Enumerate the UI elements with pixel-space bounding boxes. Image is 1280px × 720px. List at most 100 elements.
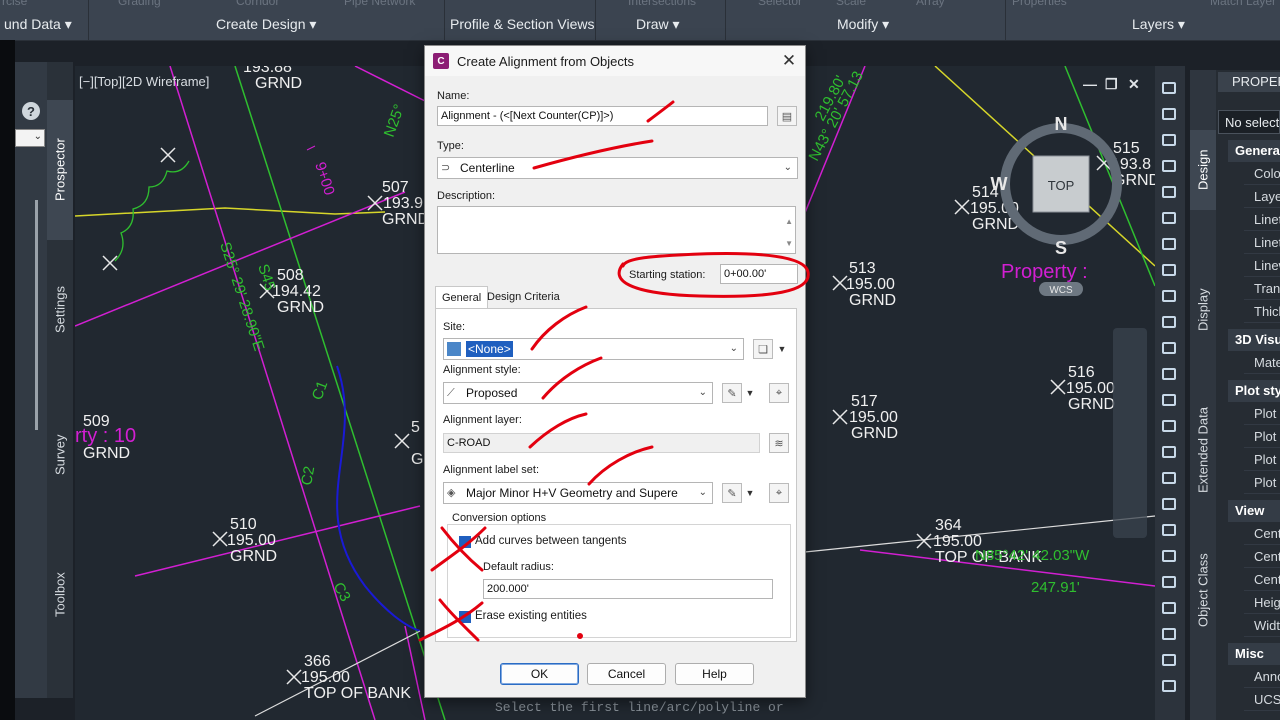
ribbon-faint-label[interactable]: rcise [2, 0, 27, 8]
property-row[interactable]: Color [1244, 163, 1280, 185]
viewport-close-icon[interactable]: ✕ [1128, 76, 1140, 93]
tool-icon[interactable] [1162, 316, 1176, 328]
property-row[interactable]: Transparency [1244, 278, 1280, 300]
toolspace-scrollbar[interactable] [35, 200, 38, 430]
ribbon-panel-profile-section-views[interactable]: Profile & Section Views [450, 16, 594, 32]
tool-icon[interactable] [1162, 576, 1176, 588]
tool-icon[interactable] [1162, 394, 1176, 406]
new-site-icon[interactable]: ❏ [753, 339, 773, 359]
edit-label-set-icon[interactable]: ✎ [722, 483, 742, 503]
chevron-down-icon[interactable]: ▼ [743, 383, 757, 403]
help-button[interactable]: Help [675, 663, 754, 685]
tool-icon[interactable] [1162, 654, 1176, 666]
ribbon-faint-label[interactable]: Corridor [236, 0, 279, 8]
group-general[interactable]: General [1228, 140, 1280, 162]
alignment-style-dropdown[interactable]: ⟋ Proposed ⌄ [443, 382, 713, 404]
property-row[interactable]: UCS icon On [1244, 689, 1280, 711]
tool-icon[interactable] [1162, 368, 1176, 380]
name-field[interactable]: Alignment - (<[Next Counter(CP)]>) [437, 106, 768, 126]
tool-icon[interactable] [1162, 420, 1176, 432]
tab-extended-data[interactable]: Extended Data [1190, 390, 1216, 510]
default-radius-field[interactable]: 200.000' [483, 579, 773, 599]
ribbon-faint-label[interactable]: Intersections [628, 0, 696, 8]
property-row[interactable]: Center X [1244, 523, 1280, 545]
tool-icon[interactable] [1162, 550, 1176, 562]
ribbon-faint-label[interactable]: Match Layer [1210, 0, 1276, 8]
property-row[interactable]: Width [1244, 615, 1280, 637]
ribbon-panel-draw[interactable]: Draw ▾ [636, 16, 680, 33]
compass-south[interactable]: S [1055, 238, 1067, 258]
property-row[interactable]: Plot table attached to [1244, 449, 1280, 471]
ribbon-panel-create-design[interactable]: Create Design ▾ [216, 16, 316, 33]
erase-entities-checkbox[interactable] [459, 611, 471, 623]
tab-design[interactable]: Design [1190, 130, 1216, 210]
viewport-controls-label[interactable]: [−][Top][2D Wireframe] [79, 74, 209, 89]
tab-object-class[interactable]: Object Class [1190, 540, 1216, 640]
type-dropdown[interactable]: ⊃ Centerline ⌄ [437, 157, 798, 179]
viewport-minimize-icon[interactable]: — [1083, 76, 1097, 92]
ribbon-panel-layers[interactable]: Layers ▾ [1132, 16, 1185, 33]
toolspace-view-dropdown[interactable]: ⌄ [15, 129, 45, 147]
tab-display[interactable]: Display [1190, 270, 1216, 350]
property-row[interactable]: Center Z [1244, 569, 1280, 591]
chevron-down-icon[interactable]: ▼ [743, 483, 757, 503]
starting-station-field[interactable]: 0+00.00' [720, 264, 798, 284]
ribbon-faint-label[interactable]: Scale [836, 0, 866, 8]
group-misc[interactable]: Misc [1228, 643, 1280, 665]
tool-icon[interactable] [1162, 82, 1176, 94]
tool-icon[interactable] [1162, 186, 1176, 198]
tool-icon[interactable] [1162, 680, 1176, 692]
tool-icon[interactable] [1162, 472, 1176, 484]
selection-dropdown[interactable]: No selection [1218, 110, 1280, 134]
ribbon-panel-ground-data[interactable]: und Data ▾ [4, 16, 72, 33]
add-curves-checkbox[interactable] [459, 536, 471, 548]
tool-icon[interactable] [1162, 446, 1176, 458]
navigation-bar[interactable] [1113, 328, 1147, 538]
tab-settings[interactable]: Settings [47, 250, 73, 370]
scroll-arrows-icon[interactable]: ▲ ▼ [785, 211, 793, 255]
tool-icon[interactable] [1162, 108, 1176, 120]
help-icon[interactable]: ? [22, 102, 40, 120]
description-field[interactable]: ▲ ▼ [437, 206, 796, 254]
property-row[interactable]: Thickness [1244, 301, 1280, 323]
tool-icon[interactable] [1162, 134, 1176, 146]
group-plot-style[interactable]: Plot style [1228, 380, 1280, 402]
property-row[interactable]: Center Y [1244, 546, 1280, 568]
cancel-button[interactable]: Cancel [587, 663, 666, 685]
property-row[interactable]: Annotation scale [1244, 666, 1280, 688]
ok-button[interactable]: OK [500, 663, 579, 685]
tool-icon[interactable] [1162, 160, 1176, 172]
property-row[interactable]: Linetype [1244, 209, 1280, 231]
group-3d-visualization[interactable]: 3D Visualization [1228, 329, 1280, 351]
tab-survey[interactable]: Survey [47, 400, 73, 510]
tool-icon[interactable] [1162, 524, 1176, 536]
property-row[interactable]: Linetype scale [1244, 232, 1280, 254]
ribbon-panel-modify[interactable]: Modify ▾ [837, 16, 889, 33]
ribbon-faint-label[interactable]: Array [916, 0, 945, 8]
ribbon-faint-label[interactable]: Grading [118, 0, 161, 8]
tab-prospector[interactable]: Prospector [47, 100, 73, 240]
compass-west[interactable]: W [991, 174, 1008, 194]
tool-icon[interactable] [1162, 264, 1176, 276]
property-row[interactable]: Plot style table [1244, 426, 1280, 448]
command-line-prompt[interactable]: Select the first line/arc/polyline or [495, 700, 795, 720]
tool-icon[interactable] [1162, 498, 1176, 510]
layers-icon[interactable]: ≋ [769, 433, 789, 453]
property-row[interactable]: Plot style [1244, 403, 1280, 425]
tab-toolbox[interactable]: Toolbox [47, 540, 73, 650]
edit-style-icon[interactable]: ✎ [722, 383, 742, 403]
ribbon-faint-label[interactable]: Pipe Network [344, 0, 415, 8]
chevron-down-icon[interactable]: ▼ [775, 339, 789, 359]
tool-icon[interactable] [1162, 602, 1176, 614]
label-set-dropdown[interactable]: ◈ Major Minor H+V Geometry and Supere ⌄ [443, 482, 713, 504]
tool-icon[interactable] [1162, 212, 1176, 224]
property-row[interactable]: Material [1244, 352, 1280, 374]
viewport-restore-icon[interactable]: ❐ [1105, 76, 1118, 93]
tool-icon[interactable] [1162, 628, 1176, 640]
tab-design-criteria[interactable]: Design Criteria [481, 286, 566, 308]
compass-north[interactable]: N [1055, 114, 1068, 134]
pick-label-set-icon[interactable]: ⌖ [769, 483, 789, 503]
ribbon-faint-label[interactable]: Selector [758, 0, 802, 8]
property-row[interactable]: Layer [1244, 186, 1280, 208]
ribbon-faint-label[interactable]: Properties [1012, 0, 1067, 8]
